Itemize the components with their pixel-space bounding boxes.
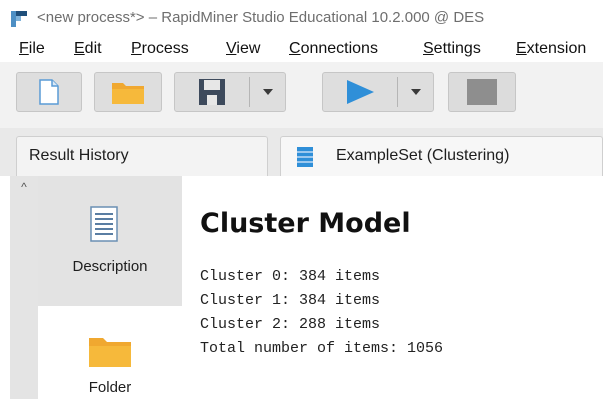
menu-file-mnemonic: F [19, 40, 29, 57]
menu-process-mnemonic: P [131, 40, 142, 57]
play-icon [347, 80, 374, 104]
tab-exampleset-label: ExampleSet (Clustering) [336, 147, 510, 164]
left-rail [10, 176, 38, 399]
view-description[interactable]: Description [38, 176, 182, 306]
menu-view-mnemonic: V [226, 40, 237, 57]
stop-icon [467, 79, 497, 105]
save-dropdown-button[interactable] [250, 73, 285, 111]
toolbar [0, 62, 603, 128]
run-process-button[interactable] [323, 73, 397, 111]
view-folder-label: Folder [88, 379, 132, 396]
menu-view[interactable]: View [226, 40, 260, 58]
stop-process-button[interactable] [448, 72, 516, 112]
menu-file-label: ile [28, 40, 45, 57]
menu-bar: File Edit Process View Connections Setti… [0, 34, 603, 62]
view-description-label: Description [72, 258, 148, 275]
menu-edit-label: dit [84, 40, 102, 57]
folder-icon [89, 338, 131, 367]
tabs-row: Result History ExampleSet (Clustering) [0, 128, 603, 176]
menu-process[interactable]: Process [131, 40, 189, 58]
new-process-button[interactable] [16, 72, 82, 112]
menu-process-label: rocess [141, 40, 189, 57]
menu-file[interactable]: File [19, 40, 45, 58]
cluster-line: Cluster 0: 384 items [200, 268, 381, 285]
total-items-line: Total number of items: 1056 [200, 340, 444, 357]
menu-connections[interactable]: Connections [289, 40, 378, 58]
cluster-model-title: Cluster Model [200, 208, 411, 239]
tab-result-history-label: Result History [29, 147, 129, 164]
cluster-line: Cluster 2: 288 items [200, 316, 381, 333]
open-process-button[interactable] [94, 72, 162, 112]
menu-edit-mnemonic: E [74, 40, 85, 57]
new-document-icon [39, 79, 59, 105]
view-folder[interactable]: Folder [38, 306, 182, 399]
result-content-area: ^ Description Folder Cluster Model Clust… [0, 176, 603, 399]
menu-view-label: iew [236, 40, 261, 57]
folder-icon [112, 83, 144, 104]
run-dropdown-button[interactable] [398, 73, 433, 111]
menu-connections-label: onnections [300, 40, 378, 57]
title-bar: <new process*> – RapidMiner Studio Educa… [0, 0, 603, 34]
result-view-selector: Description Folder [38, 176, 182, 399]
save-process-group [174, 72, 286, 112]
menu-edit[interactable]: Edit [74, 40, 102, 58]
cluster-line: Cluster 1: 384 items [200, 292, 381, 309]
menu-settings[interactable]: Settings [423, 40, 481, 58]
save-process-button[interactable] [175, 73, 249, 111]
tab-result-history[interactable]: Result History [16, 136, 268, 176]
menu-settings-mnemonic: S [423, 40, 434, 57]
description-icon [90, 206, 118, 242]
menu-extensions-mnemonic: E [516, 40, 527, 57]
tab-exampleset[interactable]: ExampleSet (Clustering) [280, 136, 603, 176]
chevron-down-icon [262, 89, 273, 95]
menu-extensions[interactable]: Extension [516, 40, 586, 58]
window-title: <new process*> – RapidMiner Studio Educa… [37, 9, 485, 26]
exampleset-table-icon [297, 147, 313, 167]
menu-settings-label: ettings [433, 40, 481, 57]
menu-connections-mnemonic: C [289, 40, 301, 57]
rapidminer-logo-icon [11, 11, 27, 27]
chevron-down-icon [410, 89, 421, 95]
rapidminer-window: <new process*> – RapidMiner Studio Educa… [0, 0, 603, 399]
run-process-group [322, 72, 434, 112]
collapse-up-icon[interactable]: ^ [10, 176, 38, 198]
menu-extensions-label: xtension [526, 40, 587, 57]
save-icon [199, 79, 225, 105]
